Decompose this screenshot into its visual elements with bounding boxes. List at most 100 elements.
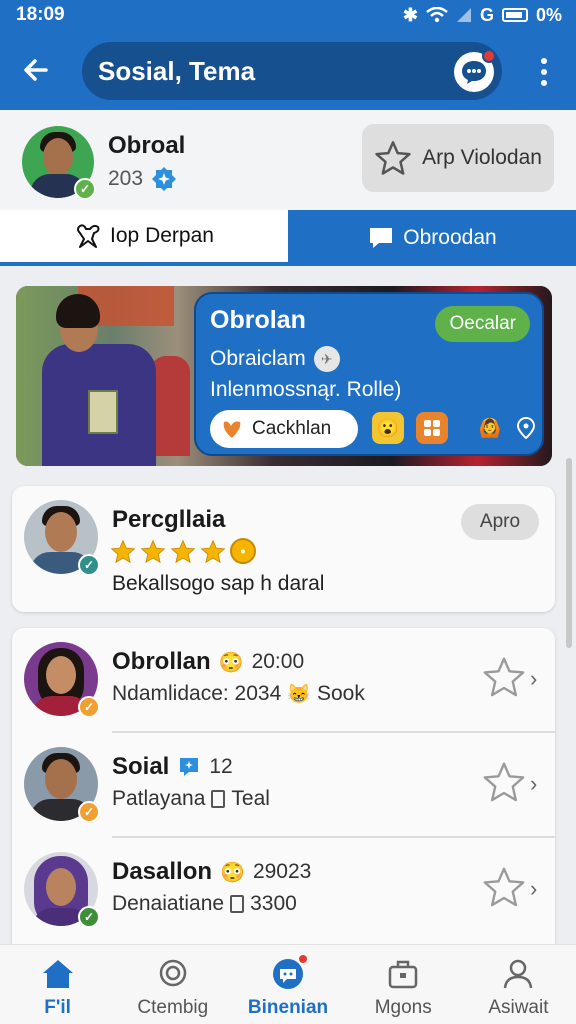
badge-check-icon: ✓ [78,801,100,823]
follow-label: Arp Violodan [422,146,542,169]
star-rating: • [110,538,256,564]
featured-card[interactable]: Obrolan Oecalar Obraiclam ✈ Inlenmossnąr… [16,286,552,466]
people-icon[interactable]: 🙆 [474,412,506,444]
wifi-icon [426,7,448,23]
chat-list: ✓ Obrollan 😳 20:00 Ndamlidace: 2034 😸 So… [12,628,555,944]
battery-icon [501,8,528,22]
bookmark-icon [211,790,226,808]
nav-item-search[interactable]: Ctembig [115,945,230,1024]
person-icon [501,957,535,991]
tab-label: Iop Derpan [110,224,214,247]
featured-description: Inlenmossnąr. Rolle) [210,378,402,401]
featured-badge[interactable]: Oecalar [435,306,530,342]
bottom-nav: F'il Ctembig Binenian Mgons Asiwait [0,944,576,1024]
status-icons: ✱ G 0% [403,5,562,26]
tab-iop-derpan[interactable]: Iop Derpan [0,210,288,266]
profile-avatar[interactable]: ✓ [22,126,96,200]
review-avatar[interactable]: ✓ [24,500,100,576]
home-icon [41,957,75,991]
notifications-button[interactable] [454,49,496,92]
star-filled-icon [140,539,166,563]
list-item-title-row: Dasallon 😳 29023 [112,858,311,886]
nav-label: Mgons [374,997,432,1018]
pin-icon [77,224,100,248]
emoji-face-icon: 😳 [218,651,244,674]
nav-item-briefcase[interactable]: Mgons [346,945,461,1024]
scrollbar[interactable] [566,458,572,648]
review-name: Percgllaia [112,506,226,533]
verified-check-icon: ✓ [74,178,96,200]
list-item-extra: 3300 [250,892,297,915]
list-avatar[interactable]: ✓ [24,852,100,928]
tab-label: Obroodan [403,226,497,249]
more-dot-icon [541,69,547,75]
heart-hand-icon [223,421,241,438]
status-time: 18:09 [16,4,65,25]
grid-icon[interactable] [416,412,448,444]
featured-subtitle-row: Obraiclam ✈ [210,346,340,372]
review-text: Bekallsogo sap h daral [112,572,325,595]
star-filled-icon [200,539,226,563]
list-item-subtitle: Ndamlidace: 2034 [112,682,282,705]
location-icon[interactable] [510,412,542,444]
nav-label: Asiwait [488,997,549,1018]
featured-action-label: Cackhlan [252,418,332,439]
back-button[interactable] [14,48,58,92]
nav-item-profile[interactable]: Asiwait [461,945,576,1024]
nav-label: F'il [44,997,71,1018]
profile-count-row: 203 [108,166,177,192]
chat-badge-icon [180,758,199,776]
list-item[interactable]: ✓ Soial 12 Patlayana Teal › [12,733,555,838]
featured-overlay: Obrolan Oecalar Obraiclam ✈ Inlenmossnąr… [194,292,544,456]
list-item-meta: 20:00 [251,650,305,673]
list-avatar[interactable]: ✓ [24,642,100,718]
star-outline-icon [375,141,411,175]
list-item[interactable]: ✓ Obrollan 😳 20:00 Ndamlidace: 2034 😸 So… [12,628,555,733]
list-item-name: Soial [112,753,170,780]
list-item-name: Obrollan [112,648,211,675]
star-outline-icon[interactable] [482,656,526,698]
more-options-button[interactable] [530,52,558,92]
briefcase-icon [386,957,420,991]
follow-button[interactable]: Arp Violodan [362,124,554,192]
profile-header: ✓ Obroal 203 Arp Violodan [0,110,576,210]
review-card[interactable]: ✓ Percgllaia • Bekallsogo sap h daral Ap… [12,486,555,612]
list-item-meta: 29023 [252,860,312,883]
profile-name: Obroal [108,132,186,159]
list-avatar[interactable]: ✓ [24,747,100,823]
title-bar[interactable]: Sosial, Tema [82,42,502,100]
notification-dot [482,49,496,63]
list-item-title-row: Obrollan 😳 20:00 [112,648,304,676]
status-bar: 18:09 ✱ G 0% [0,0,576,30]
app-bar: Sosial, Tema [0,30,576,110]
list-item-subtitle-row: Denaiatiane 3300 [112,892,297,916]
page-title: Sosial, Tema [98,55,256,86]
star-filled-icon [110,539,136,563]
list-item-meta: 12 [209,755,233,778]
nav-item-home[interactable]: F'il [0,945,115,1024]
chevron-right-icon[interactable]: › [530,876,537,902]
arrow-left-icon [24,59,48,81]
featured-action-button[interactable]: Cackhlan [210,410,358,448]
list-item[interactable]: ✓ Dasallon 😳 29023 Denaiatiane 3300 › [12,838,555,943]
featured-title: Obrolan [210,306,306,334]
badge-check-icon: ✓ [78,906,100,928]
tab-obroodan[interactable]: Obroodan [288,210,576,266]
notification-dot [297,953,309,965]
list-item-subtitle-row: Ndamlidace: 2034 😸 Sook [112,682,365,706]
nav-label: Ctembig [137,997,209,1018]
search-icon [156,957,190,991]
medal-icon: • [230,538,256,564]
star-outline-icon[interactable] [482,761,526,803]
emoji-face-icon[interactable]: 😮 [372,412,404,444]
network-type: G [479,4,494,25]
chevron-right-icon[interactable]: › [530,666,537,692]
bookmark-icon [230,895,245,913]
chat-icon [370,228,393,248]
apro-button[interactable]: Apro [461,504,539,540]
plane-icon: ✈ [313,346,340,372]
chevron-right-icon[interactable]: › [530,771,537,797]
nav-item-chat[interactable]: Binenian [230,945,345,1024]
more-dot-icon [541,58,547,64]
star-outline-icon[interactable] [482,866,526,908]
